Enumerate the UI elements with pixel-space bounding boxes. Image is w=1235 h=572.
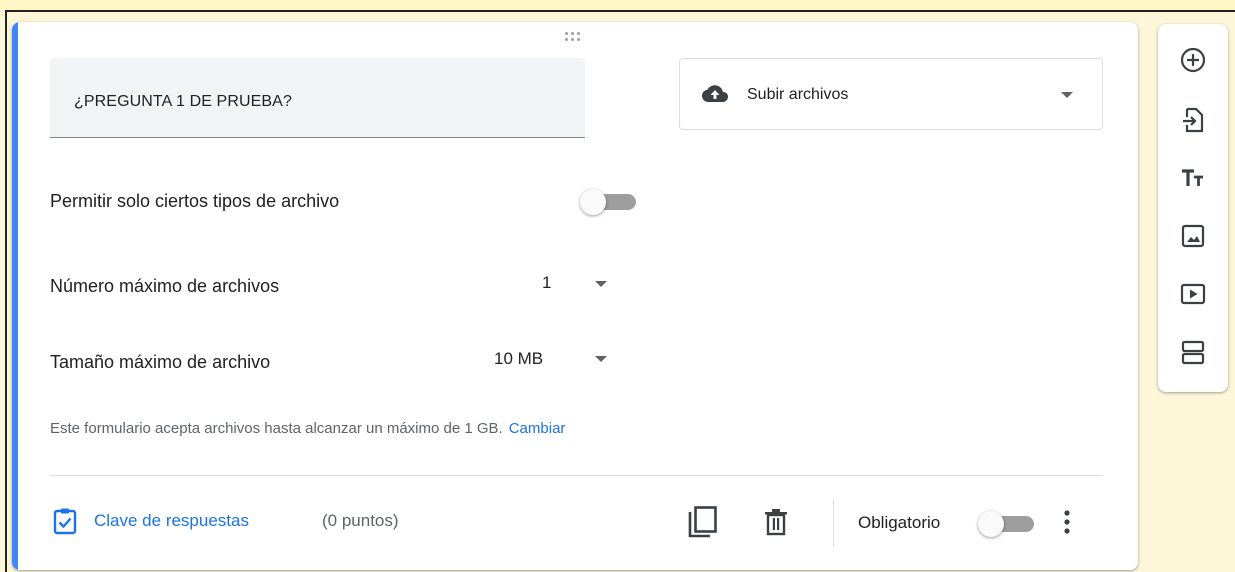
footer-divider: [50, 475, 1103, 476]
points-label: (0 puntos): [322, 511, 399, 530]
duplicate-icon[interactable]: [688, 506, 718, 538]
answer-key-button[interactable]: Clave de respuestas: [52, 506, 249, 536]
add-section-icon[interactable]: [1179, 338, 1207, 366]
cloud-upload-icon: [702, 85, 728, 102]
question-card[interactable]: ¿PREGUNTA 1 DE PRUEBA? Subir archivos Pe…: [12, 22, 1138, 570]
question-title-text: ¿PREGUNTA 1 DE PRUEBA?: [74, 93, 292, 110]
upload-limit-text: Este formulario acepta archivos hasta al…: [50, 420, 503, 437]
toggle-thumb: [978, 511, 1004, 537]
required-toggle[interactable]: [978, 510, 1034, 537]
upload-limit-info: Este formulario acepta archivos hasta al…: [50, 420, 565, 437]
add-video-icon[interactable]: [1179, 280, 1207, 308]
question-title-input[interactable]: ¿PREGUNTA 1 DE PRUEBA?: [50, 58, 585, 138]
max-size-label: Tamaño máximo de archivo: [50, 352, 271, 372]
toggle-thumb: [580, 189, 606, 215]
max-files-dropdown-icon[interactable]: [595, 281, 607, 287]
background-left-border: [5, 10, 7, 572]
card-active-accent: [12, 22, 18, 570]
required-label: Obligatorio: [858, 513, 941, 532]
answer-key-label: Clave de respuestas: [94, 511, 249, 530]
more-vert-icon[interactable]: [1062, 508, 1072, 536]
drag-handle-icon[interactable]: [565, 32, 585, 44]
background-top-border: [5, 10, 1235, 12]
trash-icon[interactable]: [764, 508, 788, 536]
footer-vertical-divider: [833, 499, 834, 547]
question-type-label: Subir archivos: [747, 86, 849, 103]
question-type-select[interactable]: Subir archivos: [679, 58, 1103, 130]
add-image-icon[interactable]: [1179, 222, 1207, 250]
allow-types-label: Permitir solo ciertos tipos de archivo: [50, 191, 340, 211]
side-toolbar: [1158, 24, 1228, 392]
max-size-dropdown-icon[interactable]: [595, 356, 607, 362]
change-limit-link[interactable]: Cambiar: [509, 420, 566, 437]
title-description-icon[interactable]: [1179, 164, 1207, 192]
chevron-down-icon: [1061, 92, 1073, 98]
import-questions-icon[interactable]: [1179, 106, 1207, 134]
allow-types-toggle[interactable]: [580, 188, 636, 215]
assignment-check-icon: [53, 508, 77, 535]
max-files-label: Número máximo de archivos: [50, 276, 280, 296]
add-question-icon[interactable]: [1179, 46, 1207, 74]
background-top-strip: [0, 0, 1235, 10]
max-size-value[interactable]: 10 MB: [494, 349, 543, 369]
max-files-value[interactable]: 1: [542, 273, 551, 293]
